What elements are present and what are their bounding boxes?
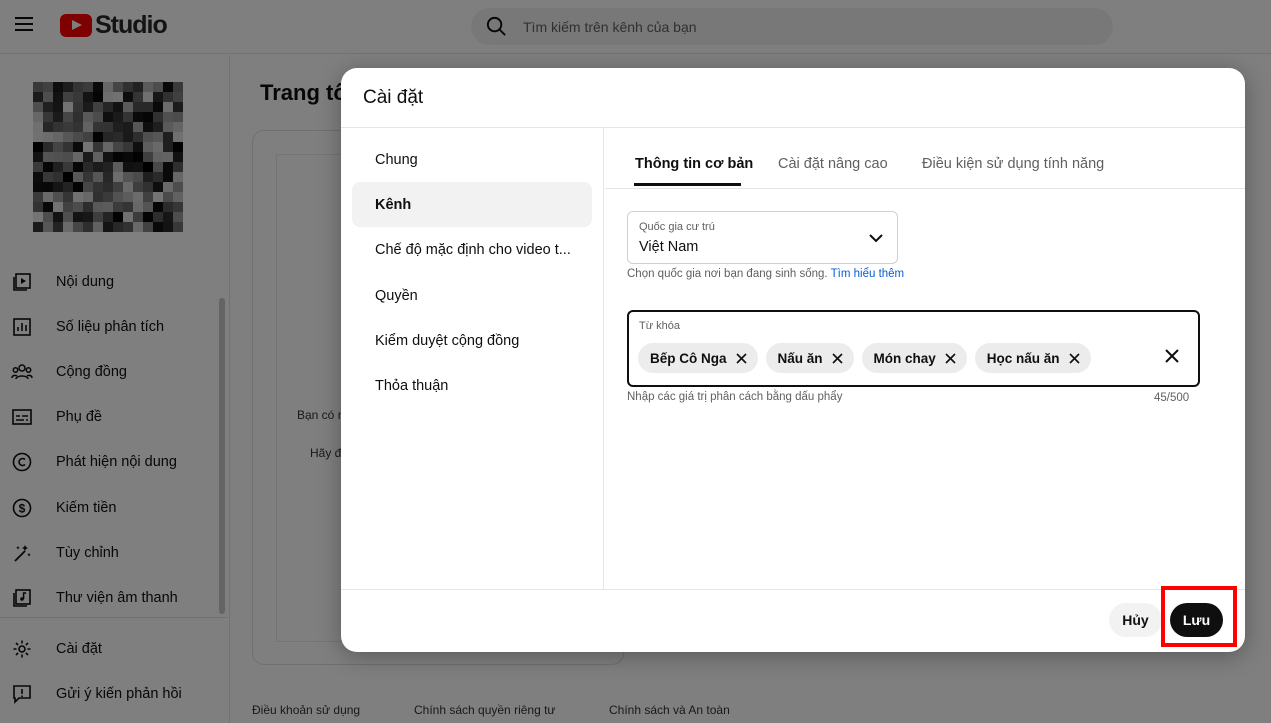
dialog-footer-divider (341, 589, 1245, 590)
settings-dialog: Cài đặt Chung Kênh Chế độ mặc định cho v… (341, 68, 1245, 652)
keyword-chip-label: Món chay (873, 350, 936, 366)
settings-nav-channel[interactable]: Kênh (352, 182, 592, 227)
keywords-field[interactable]: Từ khóa Bếp Cô Nga Nấu ăn Món chay Học n… (627, 310, 1200, 387)
settings-nav-permissions[interactable]: Quyền (352, 273, 592, 318)
keywords-label: Từ khóa (639, 320, 680, 332)
settings-nav-community-moderation[interactable]: Kiểm duyệt cộng đồng (352, 318, 592, 363)
chevron-down-icon (869, 230, 883, 248)
country-value: Việt Nam (639, 239, 699, 255)
country-helper: Chọn quốc gia nơi bạn đang sinh sống. Tì… (627, 268, 904, 280)
settings-nav-agreements[interactable]: Thỏa thuận (352, 363, 592, 408)
keyword-chip: Món chay (861, 343, 967, 373)
country-select[interactable]: Quốc gia cư trú Việt Nam (627, 211, 898, 264)
active-tab-indicator (634, 183, 741, 186)
keyword-chip-label: Học nấu ăn (986, 350, 1060, 366)
close-icon[interactable] (831, 352, 843, 364)
country-helper-text: Chọn quốc gia nơi bạn đang sinh sống. (627, 268, 828, 280)
settings-tabs: Thông tin cơ bản Cài đặt nâng cao Điều k… (605, 128, 1245, 189)
settings-nav: Chung Kênh Chế độ mặc định cho video t..… (341, 128, 604, 589)
dialog-title: Cài đặt (363, 87, 424, 108)
keyword-chip-label: Nấu ăn (777, 350, 823, 366)
tab-basic-info[interactable]: Thông tin cơ bản (635, 156, 753, 172)
settings-nav-upload-defaults[interactable]: Chế độ mặc định cho video t... (352, 227, 592, 272)
clear-keywords-icon[interactable] (1165, 349, 1179, 368)
keyword-chip: Nấu ăn (765, 343, 854, 373)
tab-advanced-settings[interactable]: Cài đặt nâng cao (778, 156, 888, 172)
keyword-chip: Bếp Cô Nga (638, 343, 758, 373)
close-icon[interactable] (1068, 352, 1080, 364)
cancel-button[interactable]: Hủy (1109, 603, 1162, 637)
settings-nav-general[interactable]: Chung (352, 137, 592, 182)
keyword-chips: Bếp Cô Nga Nấu ăn Món chay Học nấu ăn (638, 343, 1099, 373)
keywords-helper: Nhập các giá trị phân cách bằng dấu phẩy (627, 391, 843, 403)
keywords-char-count: 45/500 (1154, 392, 1190, 404)
tab-feature-eligibility[interactable]: Điều kiện sử dụng tính năng (922, 156, 1104, 172)
country-label: Quốc gia cư trú (639, 221, 715, 233)
keyword-chip-label: Bếp Cô Nga (650, 350, 727, 366)
keyword-chip: Học nấu ăn (974, 343, 1091, 373)
close-icon[interactable] (735, 352, 747, 364)
save-button-highlight (1161, 586, 1237, 647)
learn-more-link[interactable]: Tìm hiểu thêm (831, 268, 905, 280)
close-icon[interactable] (945, 352, 956, 364)
